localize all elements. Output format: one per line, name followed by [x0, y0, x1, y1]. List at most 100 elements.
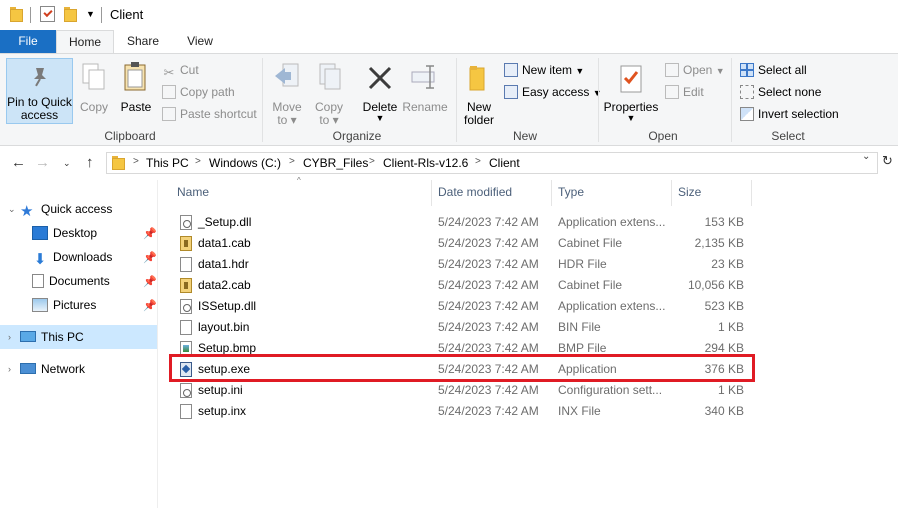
breadcrumb-this-pc[interactable]: This PC — [146, 156, 189, 170]
breadcrumb-client[interactable]: Client — [489, 156, 520, 170]
table-row[interactable]: ISSetup.dll 5/24/2023 7:42 AM Application … — [173, 296, 893, 317]
open-button[interactable]: Open ▼ — [665, 61, 725, 79]
sidebar-label: This PC — [41, 330, 84, 344]
tab-view[interactable]: View — [178, 30, 222, 54]
invert-selection-icon — [740, 107, 754, 121]
select-all-icon — [740, 63, 754, 77]
file-type: BIN File — [558, 320, 601, 334]
new-item-button[interactable]: New item ▼ — [504, 61, 584, 79]
back-arrow-icon[interactable]: ← — [11, 154, 26, 171]
sidebar-item-quick-access[interactable]: ⌄ ★ Quick access — [8, 197, 112, 221]
column-divider[interactable] — [551, 180, 552, 206]
file-name[interactable]: setup.inx — [198, 404, 246, 418]
file-date: 5/24/2023 7:42 AM — [438, 236, 539, 250]
recent-locations-chevron-icon[interactable]: ⌄ — [63, 158, 71, 169]
file-name[interactable]: layout.bin — [198, 320, 249, 334]
properties-quick-icon[interactable] — [40, 6, 55, 22]
pin-icon: 📌 — [143, 228, 157, 240]
paste-shortcut-button[interactable]: Paste shortcut — [162, 105, 257, 123]
collapse-chevron-icon[interactable]: ⌄ — [8, 197, 16, 221]
easy-access-button[interactable]: Easy access ▼ — [504, 83, 602, 101]
select-all-button[interactable]: Select all — [740, 61, 807, 79]
column-header-date[interactable]: Date modified — [438, 185, 512, 199]
documents-icon — [32, 274, 44, 288]
sidebar-item-pictures[interactable]: Pictures — [32, 293, 96, 317]
expand-chevron-icon[interactable]: › — [8, 357, 11, 381]
table-row[interactable]: setup.ini 5/24/2023 7:42 AM Configuration … — [173, 380, 893, 401]
file-size: 294 KB — [704, 341, 744, 355]
column-header-name[interactable]: Name — [177, 185, 209, 199]
folder-icon[interactable] — [10, 7, 23, 22]
copy-path-button[interactable]: Copy path — [162, 83, 235, 101]
paste-button[interactable]: Paste — [116, 58, 156, 124]
file-icon — [180, 404, 192, 419]
rename-button[interactable]: Rename — [402, 58, 448, 124]
column-header-size[interactable]: Size — [678, 185, 701, 199]
delete-chevron-icon: ▼ — [375, 113, 385, 123]
file-size: 340 KB — [704, 404, 744, 418]
sidebar-item-desktop[interactable]: Desktop — [32, 221, 97, 245]
breadcrumb-cybr-files[interactable]: CYBR_Files — [303, 156, 368, 170]
table-row[interactable]: layout.bin 5/24/2023 7:42 AM BIN File 1 KB — [173, 317, 893, 338]
select-none-button[interactable]: Select none — [740, 83, 821, 101]
copy-button[interactable]: Copy — [76, 58, 112, 124]
tab-home[interactable]: Home — [56, 30, 114, 54]
file-name[interactable]: setup.ini — [198, 383, 243, 397]
new-folder-button[interactable]: New folder — [458, 58, 500, 128]
copy-to-button[interactable]: Copy to ▾ — [310, 58, 348, 128]
invert-selection-button[interactable]: Invert selection — [740, 105, 839, 123]
sidebar-item-this-pc[interactable]: › This PC — [8, 325, 84, 349]
move-to-button[interactable]: Move to ▾ — [268, 58, 306, 128]
file-type: HDR File — [558, 257, 607, 271]
copy-icon — [82, 63, 105, 90]
file-name[interactable]: _Setup.dll — [198, 215, 251, 229]
pin-to-quick-access-button[interactable]: Pin to Quick access — [6, 58, 73, 124]
breadcrumb-client-rls[interactable]: Client-Rls-v12.6 — [383, 156, 468, 170]
customize-quick-access-chevron-icon[interactable]: ▼ — [86, 9, 95, 19]
sidebar-item-documents[interactable]: Documents — [32, 269, 110, 293]
tab-share[interactable]: Share — [120, 30, 166, 54]
table-row[interactable]: data1.cab 5/24/2023 7:42 AM Cabinet File 2,… — [173, 233, 893, 254]
column-divider[interactable] — [671, 180, 672, 206]
new-item-icon — [504, 63, 518, 77]
delete-x-icon — [368, 66, 392, 90]
table-row[interactable]: data1.hdr 5/24/2023 7:42 AM HDR File 23 KB — [173, 254, 893, 275]
file-date: 5/24/2023 7:42 AM — [438, 257, 539, 271]
up-arrow-icon[interactable]: ↑ — [86, 154, 94, 171]
rename-icon — [411, 65, 435, 89]
file-size: 1 KB — [717, 383, 744, 397]
tab-file[interactable]: File — [0, 30, 56, 53]
address-bar[interactable]: > This PC > Windows (C:) > CYBR_Files > … — [106, 152, 878, 174]
column-divider[interactable] — [431, 180, 432, 206]
table-row[interactable]: setup.inx 5/24/2023 7:42 AM INX File 340 KB — [173, 401, 893, 422]
file-name[interactable]: ISSetup.dll — [198, 299, 256, 313]
sidebar-item-network[interactable]: › Network — [8, 357, 85, 381]
divider — [30, 7, 31, 23]
move-to-icon — [275, 63, 299, 87]
breadcrumb-windows-c[interactable]: Windows (C:) — [209, 156, 281, 170]
open-group-label: Open — [648, 129, 678, 143]
file-icon — [180, 320, 192, 335]
properties-icon — [620, 65, 642, 93]
file-name[interactable]: data1.hdr — [198, 257, 249, 271]
forward-arrow-icon[interactable]: → — [35, 154, 50, 171]
cut-button[interactable]: ✂ Cut — [162, 61, 199, 80]
file-name[interactable]: data1.cab — [198, 236, 251, 250]
properties-button[interactable]: Properties ▼ — [602, 58, 660, 128]
address-history-chevron-icon[interactable]: ⌄ — [862, 151, 870, 162]
new-folder-quick-icon[interactable] — [64, 7, 77, 22]
download-arrow-icon: ⬇ — [33, 251, 47, 268]
column-divider[interactable] — [751, 180, 752, 206]
delete-button[interactable]: Delete ▼ — [358, 58, 402, 128]
table-row[interactable]: data2.cab 5/24/2023 7:42 AM Cabinet File 10… — [173, 275, 893, 296]
table-row[interactable]: _Setup.dll 5/24/2023 7:42 AM Application e… — [173, 212, 893, 233]
file-date: 5/24/2023 7:42 AM — [438, 215, 539, 229]
sidebar-item-downloads[interactable]: ⬇ Downloads — [32, 245, 113, 269]
file-name[interactable]: Setup.bmp — [198, 341, 256, 355]
cut-label: Cut — [180, 63, 199, 77]
column-header-type[interactable]: Type — [558, 185, 584, 199]
refresh-icon[interactable]: ↻ — [882, 153, 893, 169]
file-name[interactable]: data2.cab — [198, 278, 251, 292]
edit-button[interactable]: Edit — [665, 83, 704, 101]
expand-chevron-icon[interactable]: › — [8, 325, 11, 349]
